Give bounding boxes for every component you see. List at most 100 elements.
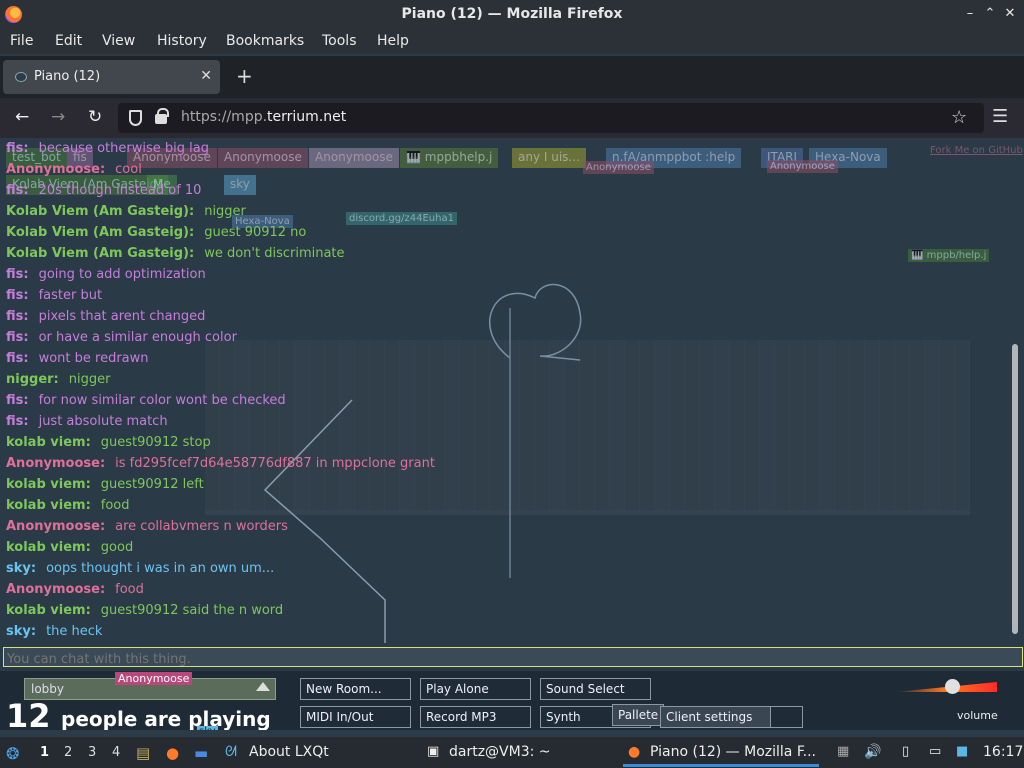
chat-text: or have a similar enough color (38, 330, 237, 345)
room-name: lobby (31, 682, 65, 696)
chat-message: sky: oops thought i was in an own um... (6, 561, 274, 576)
close-window-button[interactable]: ✕ (1002, 6, 1018, 21)
desktop-4[interactable]: 4 (112, 745, 120, 760)
sound-select-button[interactable]: Sound Select (540, 678, 651, 700)
menu-edit[interactable]: Edit (55, 33, 82, 49)
chat-author: fis: (6, 393, 29, 408)
chat-scrollbar[interactable] (1012, 344, 1018, 634)
maximize-button[interactable]: ⌃ (982, 6, 998, 21)
cursor-tag: Anonymoose (583, 161, 654, 174)
chat-text: food (115, 582, 144, 597)
chat-text: nigger (68, 372, 111, 387)
chat-author: kolab viem: (6, 435, 91, 450)
user-tag: sky (224, 175, 256, 195)
menu-tools[interactable]: Tools (322, 33, 357, 49)
chat-input[interactable] (4, 650, 1022, 669)
menu-bookmarks[interactable]: Bookmarks (226, 33, 304, 49)
cursor-tag: 🎹 mppb/help.j (908, 249, 990, 262)
record-mp3-button[interactable]: Record MP3 (420, 706, 531, 728)
tab-label: Piano (12) (34, 69, 101, 84)
new-room-button[interactable]: New Room... (300, 678, 411, 700)
menu-bar: File Edit View History Bookmarks Tools H… (0, 30, 1024, 54)
cursor-tag: discord.gg/z44Euha1 (346, 212, 457, 225)
chat-author: fis: (6, 288, 29, 303)
firefox-task-icon: ● (628, 744, 641, 760)
client-settings-button[interactable]: Client settings (660, 706, 772, 728)
menu-help[interactable]: Help (377, 33, 409, 49)
extra-button[interactable] (770, 706, 803, 728)
chat-author: Anonymoose: (6, 582, 106, 597)
chat-text: is fd295fcef7d64e58776df887 in mppclone … (115, 456, 435, 471)
chat-author: kolab viem: (6, 603, 91, 618)
pallete-button[interactable]: Pallete (612, 704, 664, 726)
tracking-shield-icon[interactable] (129, 110, 142, 126)
volume-knob[interactable] (945, 679, 960, 694)
cursor-tag: Anonymoose (115, 672, 193, 685)
chat-input-box[interactable] (3, 647, 1023, 669)
forward-button[interactable]: → (51, 107, 65, 127)
firefox-task[interactable]: Piano (12) — Mozilla F... (650, 744, 816, 760)
chat-message: Anonymoose: food (6, 582, 144, 597)
clock[interactable]: 16:17 (983, 744, 1023, 760)
user-tag: Anonymoose (309, 148, 399, 168)
network-icon[interactable]: ▭ (929, 744, 941, 759)
lock-icon[interactable] (155, 108, 169, 124)
chat-text: because otherwise big lag (38, 141, 209, 156)
new-tab-button[interactable]: + (236, 64, 253, 88)
chat-message: fis: wont be redrawn (6, 351, 149, 366)
chat-text: guest90912 said the n word (100, 603, 284, 618)
chat-author: fis: (6, 141, 29, 156)
file-manager-icon[interactable]: ▤ (136, 744, 150, 762)
back-button[interactable]: ← (15, 107, 29, 127)
chat-text: wont be redrawn (38, 351, 149, 366)
tab-close-icon[interactable]: ✕ (200, 68, 212, 84)
app-menu-icon[interactable]: ☰ (992, 106, 1008, 127)
chat-message: kolab viem: guest90912 left (6, 477, 204, 492)
tab-bar: Piano (12) ✕ + (0, 56, 1024, 98)
midi-button[interactable]: MIDI In/Out (300, 706, 411, 728)
update-icon[interactable]: ■ (956, 744, 968, 759)
url-text[interactable]: https://mpp.terrium.net (181, 109, 346, 125)
reload-button[interactable]: ↻ (88, 107, 102, 127)
firefox-launcher-icon[interactable]: ● (166, 744, 179, 762)
chat-message: kolab viem: good (6, 540, 133, 555)
chat-author: fis: (6, 267, 29, 282)
chat-text: good (100, 540, 134, 555)
desktop-2[interactable]: 2 (64, 745, 72, 760)
about-lxqt-task[interactable]: About LXQt (249, 744, 329, 760)
start-menu-icon[interactable]: ❂ (6, 744, 19, 763)
play-alone-button[interactable]: Play Alone (420, 678, 531, 700)
desktop-3[interactable]: 3 (88, 745, 96, 760)
tray-icon[interactable]: ▦ (837, 744, 849, 759)
volume-icon[interactable]: 🔊 (864, 744, 881, 760)
cursor-tag: Anonymoose (767, 160, 838, 173)
chat-message: kolab viem: guest90912 stop (6, 435, 211, 450)
fork-me-link[interactable]: Fork Me on GitHub (927, 144, 1024, 157)
desktop-icon[interactable]: ▬ (194, 744, 208, 762)
minimize-button[interactable]: – (962, 6, 978, 21)
desktop-1[interactable]: 1 (40, 745, 49, 760)
chat-text: guest 90912 no (204, 225, 307, 240)
chat-text: cool (115, 162, 142, 177)
menu-view[interactable]: View (102, 33, 135, 49)
chat-author: fis: (6, 351, 29, 366)
player-count: 12 (6, 697, 51, 730)
chat-text: 20s though instead of 10 (38, 183, 202, 198)
chat-author: Kolab Viem (Am Gasteig): (6, 204, 195, 219)
room-dropdown-arrow-icon[interactable] (256, 682, 270, 691)
menu-file[interactable]: File (10, 33, 33, 49)
chat-text: food (100, 498, 130, 513)
taskbar: ❂ 1 2 3 4 ▤ ● ▬ ᘛ About LXQt ▣ dartz@VM3… (0, 737, 1024, 768)
active-task-indicator (623, 764, 819, 767)
chat-message: fis: because otherwise big lag (6, 141, 209, 156)
chat-author: fis: (6, 183, 29, 198)
bookmark-star-icon[interactable]: ☆ (951, 107, 967, 128)
clipboard-icon[interactable]: ▯ (902, 744, 909, 759)
tab-piano[interactable]: Piano (12) ✕ (3, 60, 220, 94)
chat-author: Anonymoose: (6, 162, 106, 177)
url-bar[interactable]: https://mpp.terrium.net (118, 103, 984, 133)
menu-history[interactable]: History (157, 33, 207, 49)
terminal-task[interactable]: dartz@VM3: ~ (449, 744, 551, 760)
chat-message: Kolab Viem (Am Gasteig): guest 90912 no (6, 225, 306, 240)
terminal-icon: ▣ (427, 744, 440, 759)
